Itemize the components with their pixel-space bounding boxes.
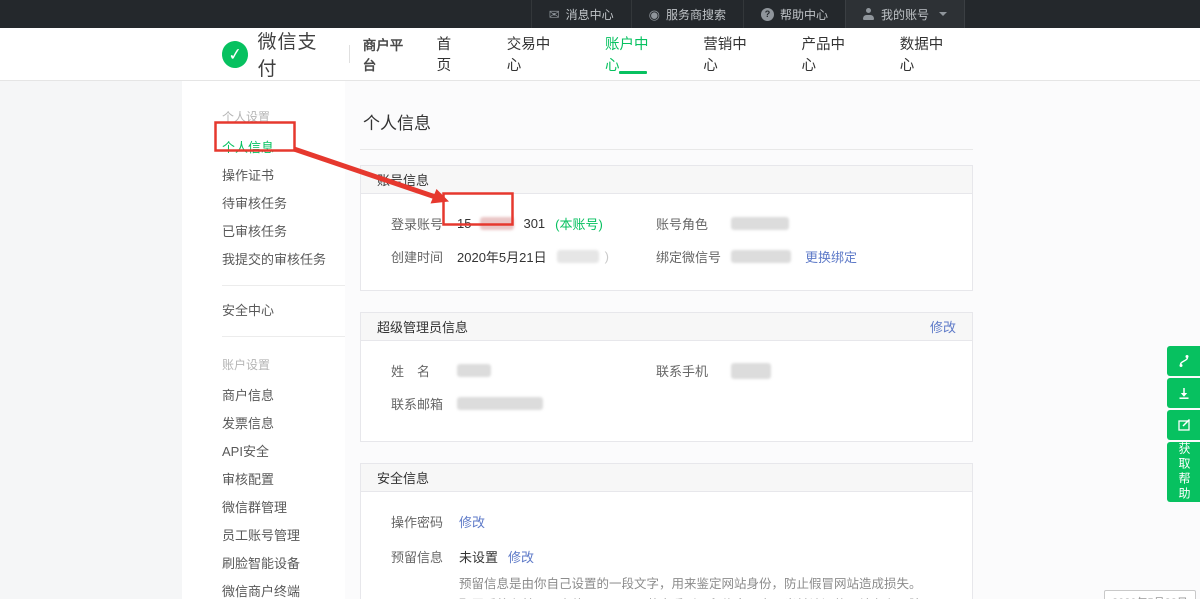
account-info-card: 账号信息 登录账号 15301 (本账号) 账号角色 — [360, 165, 973, 291]
security-card-title: 安全信息 — [377, 468, 429, 487]
redacted-contact-email — [457, 397, 543, 410]
header: ✓ 微信支付 商户平台 首页 交易中心 账户中心 营销中心 产品中心 数据中心 — [0, 28, 1200, 81]
portal-name: 商户平台 — [363, 34, 416, 74]
nav-data-center[interactable]: 数据中心 — [879, 28, 977, 80]
redacted-account-role — [731, 217, 789, 230]
nav-product-center[interactable]: 产品中心 — [781, 28, 879, 80]
edit-admin-link[interactable]: 修改 — [930, 317, 956, 336]
left-gutter — [0, 81, 182, 599]
login-account-label: 登录账号 — [391, 214, 457, 233]
title-divider — [360, 149, 973, 150]
sidebar-item-staff-account-management[interactable]: 员工账号管理 — [182, 522, 345, 550]
floating-help-widget: 获取帮助 — [1167, 346, 1200, 502]
redacted-login-digits — [480, 217, 514, 230]
main-nav: 首页 交易中心 账户中心 营销中心 产品中心 数据中心 — [416, 28, 977, 80]
redacted-admin-name — [457, 364, 491, 377]
date-tag: 2020年5月22日 — [1104, 590, 1196, 599]
sidebar-group-personal-settings: 个人设置 — [182, 100, 345, 134]
operation-password-label: 操作密码 — [391, 512, 459, 531]
redacted-created-time — [557, 250, 599, 263]
sidebar-item-my-submitted-tasks[interactable]: 我提交的审核任务 — [182, 246, 345, 274]
contact-phone-label: 联系手机 — [656, 361, 731, 380]
security-info-card: 安全信息 操作密码 修改 预留信息 未设置 修改 预留信息是由你自己设置的一段文… — [360, 463, 973, 599]
edit-icon — [1176, 417, 1192, 433]
redacted-wechat-id — [731, 250, 791, 263]
topbar-item-provider-search[interactable]: ◉ 服务商搜索 — [631, 0, 743, 28]
page-title: 个人信息 — [363, 109, 1200, 134]
reserved-info-status: 未设置 — [459, 547, 498, 566]
bound-wechat-label: 绑定微信号 — [656, 247, 731, 266]
topbar-item-messages[interactable]: ✉ 消息中心 — [531, 0, 631, 28]
sidebar-item-wechat-merchant-terminal[interactable]: 微信商户终端 — [182, 578, 345, 599]
nav-marketing-center[interactable]: 营销中心 — [682, 28, 780, 80]
chevron-down-icon — [939, 12, 947, 16]
help-icon: ? — [761, 8, 774, 21]
sidebar-divider — [222, 336, 345, 337]
topbar: ✉ 消息中心 ◉ 服务商搜索 ? 帮助中心 我的账号 — [0, 0, 1200, 28]
sidebar-divider — [222, 285, 345, 286]
sidebar-item-pending-review-tasks[interactable]: 待审核任务 — [182, 190, 345, 218]
reserved-info-label: 预留信息 — [391, 547, 459, 566]
account-role-label: 账号角色 — [656, 214, 731, 233]
created-time-label: 创建时间 — [391, 247, 457, 266]
topbar-item-label: 服务商搜索 — [666, 6, 726, 23]
sidebar-item-invoice-info[interactable]: 发票信息 — [182, 410, 345, 438]
nav-home[interactable]: 首页 — [416, 28, 486, 80]
topbar-item-label: 消息中心 — [566, 6, 614, 23]
sidebar-item-api-security[interactable]: API安全 — [182, 438, 345, 466]
name-label: 姓 名 — [391, 361, 457, 380]
created-time-value: 2020年5月21日) — [457, 247, 609, 266]
user-icon — [863, 8, 875, 20]
sidebar: 个人设置 个人信息 操作证书 待审核任务 已审核任务 我提交的审核任务 安全中心… — [182, 81, 345, 599]
change-binding-link[interactable]: 更换绑定 — [805, 247, 857, 266]
topbar-item-label: 我的账号 — [881, 6, 929, 23]
mail-icon: ✉ — [549, 8, 560, 21]
redacted-contact-phone — [731, 363, 771, 379]
sidebar-item-reviewed-tasks[interactable]: 已审核任务 — [182, 218, 345, 246]
sidebar-item-personal-info[interactable]: 个人信息 — [182, 134, 345, 162]
topbar-item-my-account[interactable]: 我的账号 — [845, 0, 965, 28]
sidebar-group-account-settings: 账户设置 — [182, 348, 345, 382]
link-icon — [1176, 353, 1192, 369]
current-account-tag: (本账号) — [555, 214, 603, 233]
sidebar-item-merchant-info[interactable]: 商户信息 — [182, 382, 345, 410]
brand-separator — [349, 45, 350, 63]
get-help-button[interactable]: 获取帮助 — [1167, 442, 1200, 502]
topbar-item-help-center[interactable]: ? 帮助中心 — [743, 0, 845, 28]
brand: ✓ 微信支付 商户平台 — [222, 27, 416, 81]
sidebar-item-operation-certificate[interactable]: 操作证书 — [182, 162, 345, 190]
reserved-info-description: 预留信息是由你自己设置的一段文字，用来鉴定网站身份，防止假冒网站造成损失。 配置… — [459, 574, 942, 599]
brand-name: 微信支付 — [257, 27, 335, 81]
sidebar-item-review-config[interactable]: 审核配置 — [182, 466, 345, 494]
feedback-button[interactable] — [1167, 410, 1200, 440]
edit-password-link[interactable]: 修改 — [459, 512, 485, 531]
download-button[interactable] — [1167, 378, 1200, 408]
topbar-item-label: 帮助中心 — [780, 6, 828, 23]
sidebar-item-wechat-group-management[interactable]: 微信群管理 — [182, 494, 345, 522]
wechat-pay-logo-icon: ✓ — [221, 39, 250, 69]
hotline-link-button[interactable] — [1167, 346, 1200, 376]
nav-trade-center[interactable]: 交易中心 — [486, 28, 584, 80]
sidebar-item-face-smart-device[interactable]: 刷脸智能设备 — [182, 550, 345, 578]
super-admin-card-title: 超级管理员信息 — [377, 317, 468, 336]
download-icon — [1176, 385, 1192, 401]
login-account-value: 15301 (本账号) — [457, 214, 603, 233]
search-icon: ◉ — [649, 8, 660, 21]
account-card-title: 账号信息 — [377, 170, 429, 189]
sidebar-item-security-center[interactable]: 安全中心 — [182, 297, 345, 325]
contact-email-label: 联系邮箱 — [391, 394, 457, 413]
super-admin-card: 超级管理员信息 修改 姓 名 联系手机 联系邮箱 — [360, 312, 973, 442]
edit-reserved-info-link[interactable]: 修改 — [508, 547, 534, 566]
main-content: 个人信息 账号信息 登录账号 15301 (本账号) 账号角色 — [345, 81, 1200, 599]
nav-account-center[interactable]: 账户中心 — [584, 28, 682, 80]
